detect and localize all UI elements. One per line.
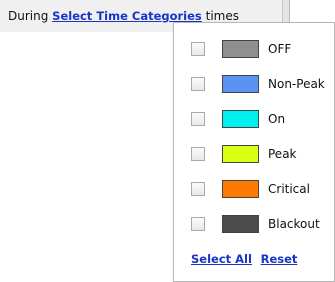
category-swatch-on — [222, 110, 259, 128]
category-option-on[interactable]: On — [174, 107, 334, 132]
category-label-off: OFF — [268, 42, 292, 56]
select-all-link[interactable]: Select All — [191, 252, 252, 266]
category-option-peak[interactable]: Peak — [174, 142, 334, 167]
category-option-critical[interactable]: Critical — [174, 177, 334, 202]
category-checkbox-on[interactable] — [191, 112, 205, 126]
category-option-off[interactable]: OFF — [174, 37, 334, 62]
dropdown-actions: Select All Reset — [191, 252, 302, 266]
category-option-non-peak[interactable]: Non-Peak — [174, 72, 334, 97]
category-label-non-peak: Non-Peak — [268, 77, 325, 91]
category-option-blackout[interactable]: Blackout — [174, 212, 334, 237]
category-label-critical: Critical — [268, 182, 310, 196]
category-swatch-non-peak — [222, 75, 259, 93]
category-swatch-off — [222, 40, 259, 58]
category-label-blackout: Blackout — [268, 217, 320, 231]
category-checkbox-non-peak[interactable] — [191, 77, 205, 91]
category-swatch-critical — [222, 180, 259, 198]
category-swatch-blackout — [222, 215, 259, 233]
category-swatch-peak — [222, 145, 259, 163]
category-checkbox-peak[interactable] — [191, 147, 205, 161]
time-categories-sentence: During Select Time Categories times — [8, 9, 239, 23]
time-categories-dropdown: OFF Non-Peak On Peak Critical Blackout S… — [173, 22, 335, 282]
times-label: times — [205, 9, 239, 23]
select-time-categories-link[interactable]: Select Time Categories — [52, 9, 202, 23]
category-checkbox-critical[interactable] — [191, 182, 205, 196]
category-checkbox-off[interactable] — [191, 42, 205, 56]
category-checkbox-blackout[interactable] — [191, 217, 205, 231]
category-label-peak: Peak — [268, 147, 297, 161]
during-label: During — [8, 9, 49, 23]
reset-link[interactable]: Reset — [261, 252, 298, 266]
category-label-on: On — [268, 112, 286, 126]
